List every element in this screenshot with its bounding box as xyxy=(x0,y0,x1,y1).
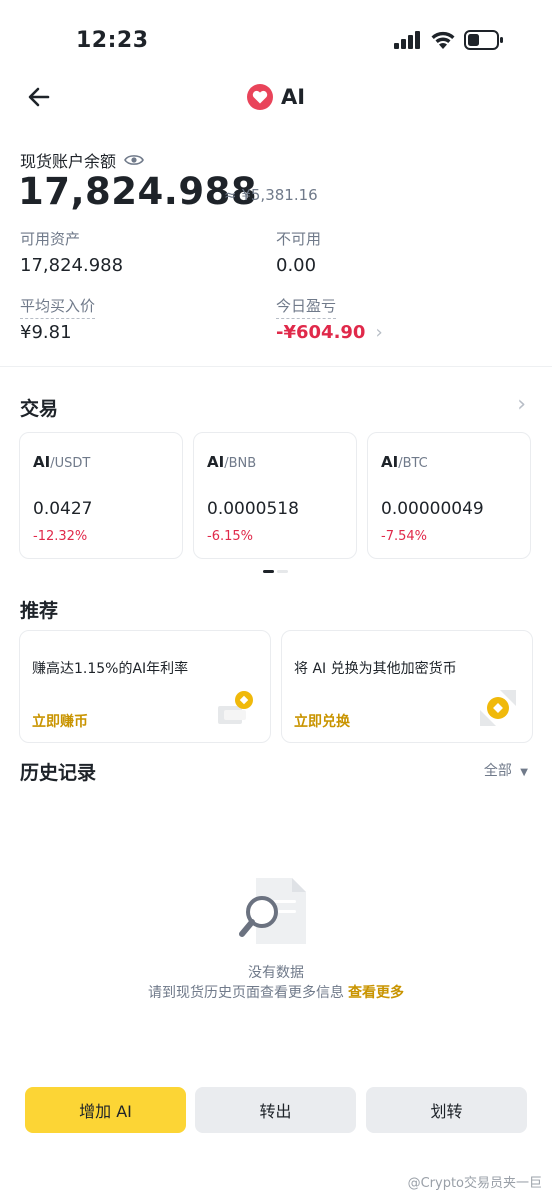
pnl-value: -¥604.90 xyxy=(276,322,366,343)
pair-name: AI/BTC xyxy=(381,453,428,471)
divider xyxy=(0,366,552,367)
pair-price: 0.0000518 xyxy=(207,499,299,519)
balance-amount: 17,824.988 xyxy=(18,170,258,213)
pager-dot xyxy=(277,570,288,573)
signal-icon xyxy=(394,31,420,49)
unavailable-label: 不可用 xyxy=(276,230,322,248)
balance-label-row: 现货账户余额 xyxy=(20,148,144,172)
recommend-section-title: 推荐 xyxy=(20,600,59,622)
status-time: 12:23 xyxy=(76,28,149,53)
deposit-button[interactable]: 增加 AI xyxy=(25,1087,186,1133)
eye-icon[interactable] xyxy=(124,153,144,167)
recommend-text: 将 AI 兑换为其他加密货币 xyxy=(294,661,457,677)
recommend-card-convert[interactable]: 将 AI 兑换为其他加密货币 立即兑换 xyxy=(281,630,533,743)
trade-more-chevron-icon[interactable]: › xyxy=(517,392,526,417)
avg-price-label[interactable]: 平均买入价 xyxy=(20,295,96,319)
available-value: 17,824.988 xyxy=(20,255,124,276)
transfer-button[interactable]: 划转 xyxy=(366,1087,527,1133)
earn-coin-icon xyxy=(218,691,253,724)
convert-coin-icon xyxy=(480,690,516,726)
recommend-text: 赚高达1.15%的AI年利率 xyxy=(32,661,189,677)
page-title: AI xyxy=(280,85,306,109)
pair-change: -7.54% xyxy=(381,529,427,544)
coin-logo-icon xyxy=(246,84,273,110)
pnl-row[interactable]: -¥604.90 › xyxy=(276,322,383,343)
trade-section-title: 交易 xyxy=(20,398,59,420)
recommend-card-earn[interactable]: 赚高达1.15%的AI年利率 立即赚币 xyxy=(19,630,271,743)
earn-now-link[interactable]: 立即赚币 xyxy=(32,711,88,731)
unavailable-value: 0.00 xyxy=(276,255,317,276)
empty-subtitle-row: 请到现货历史页面查看更多信息 查看更多 xyxy=(0,982,552,1002)
pair-name: AI/USDT xyxy=(33,453,91,471)
balance-fiat: ≈ ¥5,381.16 xyxy=(224,186,318,204)
no-data-search-icon xyxy=(239,878,306,944)
page-header: AI xyxy=(0,84,552,110)
pair-price: 0.00000049 xyxy=(381,499,484,519)
withdraw-button[interactable]: 转出 xyxy=(195,1087,356,1133)
pair-change: -12.32% xyxy=(33,529,88,544)
pair-price: 0.0427 xyxy=(33,499,93,519)
caret-down-icon: ▼ xyxy=(520,767,528,778)
history-section-title: 历史记录 xyxy=(20,762,97,784)
empty-title: 没有数据 xyxy=(248,965,304,981)
filter-label: 全部 xyxy=(483,763,512,779)
empty-subtitle: 请到现货历史页面查看更多信息 xyxy=(148,985,344,1001)
convert-now-link[interactable]: 立即兑换 xyxy=(294,711,350,731)
balance-label: 现货账户余额 xyxy=(20,152,117,171)
pager-dot-active xyxy=(263,570,274,573)
pair-name: AI/BNB xyxy=(207,453,257,471)
history-filter-dropdown[interactable]: 全部 ▼ xyxy=(484,760,528,780)
view-more-link[interactable]: 查看更多 xyxy=(348,985,404,1001)
watermark: @Crypto交易员夹一巨 xyxy=(407,1176,542,1191)
chevron-right-icon: › xyxy=(375,322,383,343)
carousel-pager xyxy=(263,570,288,573)
battery-icon xyxy=(464,30,503,50)
avg-price-value: ¥9.81 xyxy=(20,322,72,343)
available-label: 可用资产 xyxy=(20,230,81,248)
pnl-label[interactable]: 今日盈亏 xyxy=(276,295,337,319)
pair-card-btc[interactable]: AI/BTC 0.00000049 -7.54% xyxy=(367,432,531,559)
pair-card-bnb[interactable]: AI/BNB 0.0000518 -6.15% xyxy=(193,432,357,559)
wifi-icon xyxy=(431,31,455,49)
status-icons xyxy=(394,30,504,50)
pair-change: -6.15% xyxy=(207,529,253,544)
pair-card-usdt[interactable]: AI/USDT 0.0427 -12.32% xyxy=(19,432,183,559)
